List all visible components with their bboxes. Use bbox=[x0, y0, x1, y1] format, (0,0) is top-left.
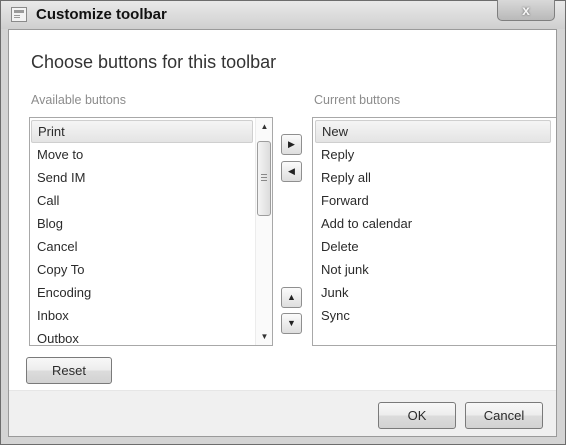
current-list-item[interactable]: Reply bbox=[315, 143, 551, 166]
triangle-left-icon: ◀ bbox=[288, 166, 295, 176]
available-list-item[interactable]: Send IM bbox=[31, 166, 253, 189]
customize-toolbar-dialog: Customize toolbar x Choose buttons for t… bbox=[0, 0, 566, 445]
scroll-up-arrow-icon[interactable]: ▲ bbox=[256, 118, 272, 135]
scroll-thumb[interactable] bbox=[257, 141, 271, 216]
current-list-item[interactable]: Reply all bbox=[315, 166, 551, 189]
available-list-items: Print Move to Send IM Call Blog Cancel Copy To… bbox=[31, 120, 253, 345]
reset-button[interactable]: Reset bbox=[26, 357, 112, 384]
toolbar-window-icon bbox=[11, 7, 27, 22]
remove-button[interactable]: ◀ bbox=[281, 161, 302, 182]
triangle-down-icon: ▼ bbox=[287, 318, 296, 328]
available-list-scrollbar[interactable]: ▲ ▼ bbox=[255, 118, 272, 345]
triangle-right-icon: ▶ bbox=[288, 139, 295, 149]
available-list-item[interactable]: Encoding bbox=[31, 281, 253, 304]
current-list-item[interactable]: Add to calendar bbox=[315, 212, 551, 235]
current-list-item[interactable]: Sync bbox=[315, 304, 551, 327]
window-title: Customize toolbar bbox=[36, 6, 167, 23]
available-list-item[interactable]: Copy To bbox=[31, 258, 253, 281]
move-down-button[interactable]: ▼ bbox=[281, 313, 302, 334]
current-list-items: New Reply Reply all Forward Add to calendar D… bbox=[315, 120, 551, 327]
ok-button[interactable]: OK bbox=[378, 402, 456, 429]
move-up-button[interactable]: ▲ bbox=[281, 287, 302, 308]
available-list-item[interactable]: Move to bbox=[31, 143, 253, 166]
available-list-item[interactable]: Print bbox=[31, 120, 253, 143]
current-buttons-label: Current buttons bbox=[314, 93, 401, 107]
available-list-item[interactable]: Blog bbox=[31, 212, 253, 235]
current-list-item[interactable]: Forward bbox=[315, 189, 551, 212]
dialog-content: Choose buttons for this toolbar Availabl… bbox=[8, 29, 557, 437]
available-list-item[interactable]: Inbox bbox=[31, 304, 253, 327]
cancel-button[interactable]: Cancel bbox=[465, 402, 543, 429]
current-list-item[interactable]: Not junk bbox=[315, 258, 551, 281]
current-list-item[interactable]: New bbox=[315, 120, 551, 143]
available-list-item[interactable]: Outbox bbox=[31, 327, 253, 345]
title-bar[interactable]: Customize toolbar x bbox=[1, 0, 565, 29]
current-buttons-list[interactable]: New Reply Reply all Forward Add to calendar D… bbox=[312, 117, 556, 346]
triangle-up-icon: ▲ bbox=[287, 292, 296, 302]
dialog-heading: Choose buttons for this toolbar bbox=[31, 52, 277, 72]
available-buttons-label: Available buttons bbox=[31, 93, 126, 107]
available-buttons-list[interactable]: Print Move to Send IM Call Blog Cancel Copy To… bbox=[29, 117, 273, 346]
available-list-item[interactable]: Cancel bbox=[31, 235, 253, 258]
dialog-footer: OK Cancel bbox=[9, 391, 556, 436]
close-button[interactable]: x bbox=[497, 0, 555, 21]
add-button[interactable]: ▶ bbox=[281, 134, 302, 155]
scroll-down-arrow-icon[interactable]: ▼ bbox=[256, 328, 272, 345]
available-list-item[interactable]: Call bbox=[31, 189, 253, 212]
current-list-item[interactable]: Delete bbox=[315, 235, 551, 258]
grip-icon bbox=[261, 174, 267, 181]
current-list-item[interactable]: Junk bbox=[315, 281, 551, 304]
